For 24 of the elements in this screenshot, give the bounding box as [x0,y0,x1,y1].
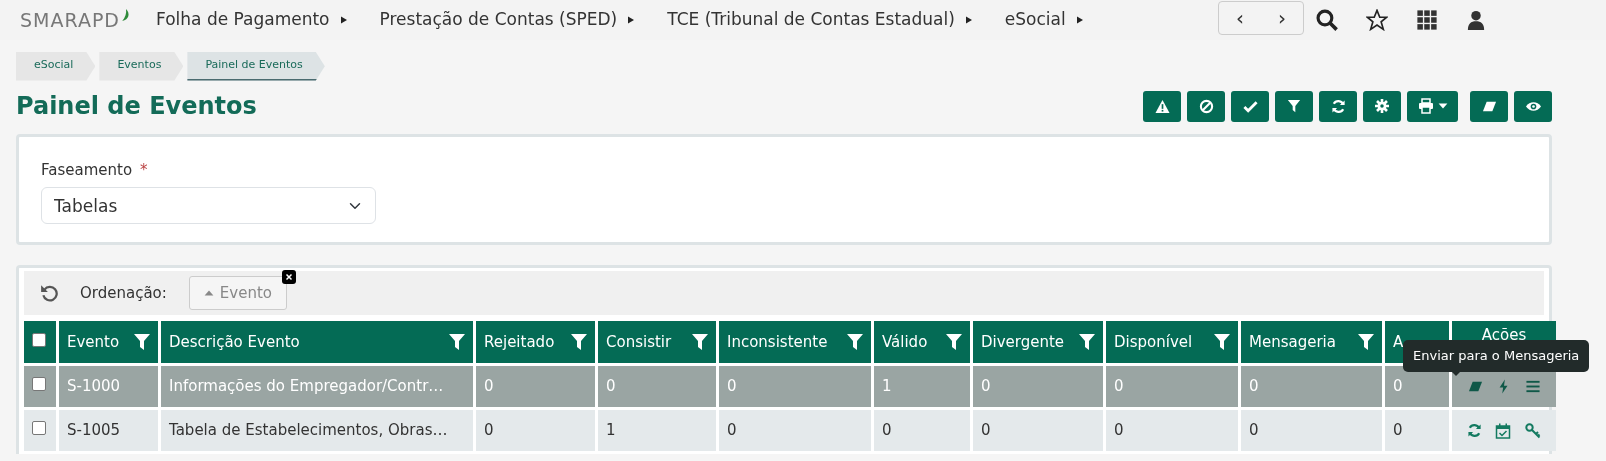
table-cell: S-1000 [59,366,158,407]
table-cell: 0 [874,410,970,451]
sort-label: Ordenação: [80,282,167,304]
table-cell: 0 [476,366,595,407]
field-label: Faseamento [41,160,133,179]
tooltip: Enviar para o Mensageria [1403,340,1590,372]
table-cell: 1 [874,366,970,407]
table-cell: 0 [973,366,1103,407]
table-cell: 0 [598,366,716,407]
table-cell: 0 [1106,410,1238,451]
table-cell: 0 [1106,366,1238,407]
required-mark: * [140,160,148,179]
table-cell: 1 [598,410,716,451]
table-cell: 0 [719,410,871,451]
table-cell: 0 [1385,410,1449,451]
table-cell: 0 [973,410,1103,451]
table-cell: 0 [476,410,595,451]
table-cell: 0 [1241,366,1382,407]
table-cell: 0 [719,366,871,407]
table-cell: 0 [1241,410,1382,451]
table-cell: S-1005 [59,410,158,451]
page-title: Painel de Eventos [16,91,257,121]
table-cell: Tabela de Estabelecimentos, Obras… [161,410,473,451]
table-cell: Informações do Empregador/Contr… [161,366,473,407]
